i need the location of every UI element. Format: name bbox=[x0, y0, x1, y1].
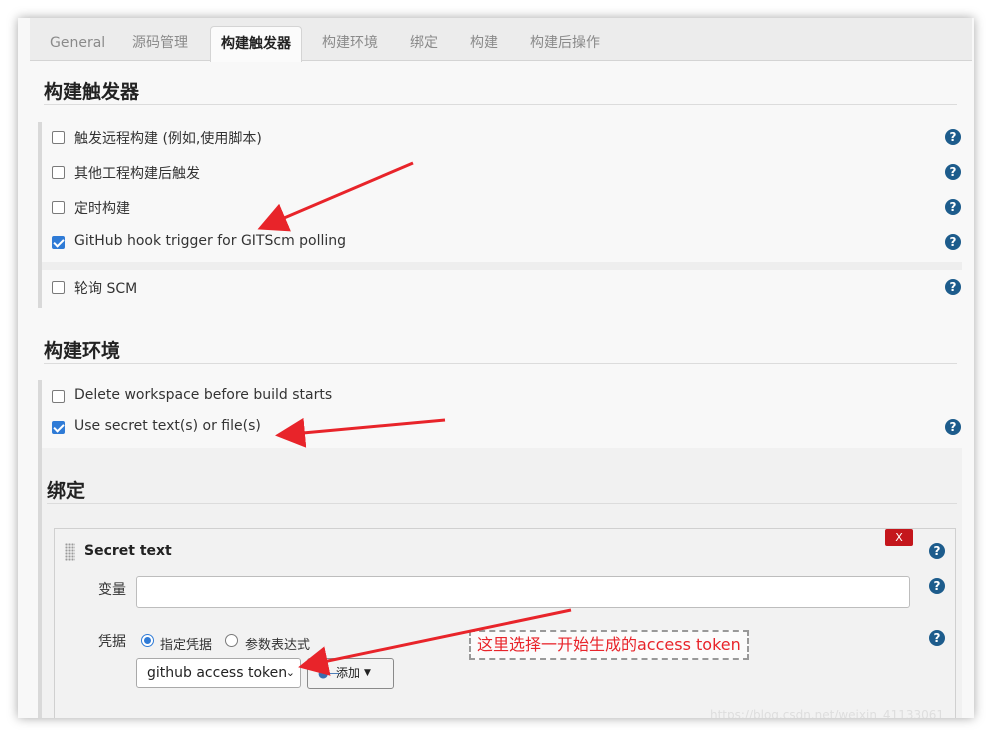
add-credential-button[interactable]: ●— 添加 ▼ bbox=[307, 658, 394, 689]
trigger-remote-label: 触发远程构建 (例如,使用脚本) bbox=[74, 131, 262, 147]
row-separator bbox=[42, 262, 962, 270]
help-icon[interactable]: ? bbox=[945, 234, 961, 250]
section-divider bbox=[44, 104, 957, 105]
annotation-callout: 这里选择一开始生成的access token bbox=[469, 630, 749, 660]
variable-input[interactable] bbox=[136, 576, 910, 608]
credentials-label: 凭据 bbox=[98, 634, 126, 650]
use-secret-label: Use secret text(s) or file(s) bbox=[74, 418, 261, 434]
trigger-github-hook-checkbox[interactable] bbox=[52, 236, 65, 249]
drag-handle-icon[interactable] bbox=[65, 543, 75, 561]
help-icon[interactable]: ? bbox=[929, 578, 945, 594]
help-icon[interactable]: ? bbox=[945, 164, 961, 180]
variable-label: 变量 bbox=[98, 582, 126, 598]
tab-build-triggers[interactable]: 构建触发器 bbox=[210, 26, 302, 62]
config-tabbar: General 源码管理 构建触发器 构建环境 绑定 构建 构建后操作 bbox=[30, 18, 972, 62]
trigger-github-hook-label: GitHub hook trigger for GITScm polling bbox=[74, 233, 347, 249]
tab-post-build[interactable]: 构建后操作 bbox=[530, 26, 600, 60]
parameter-expression-radio[interactable] bbox=[225, 634, 238, 647]
parameter-expression-label: 参数表达式 bbox=[245, 638, 311, 653]
tab-bindings[interactable]: 绑定 bbox=[410, 26, 438, 60]
trigger-remote-checkbox[interactable] bbox=[52, 131, 65, 144]
delete-workspace-checkbox[interactable] bbox=[52, 390, 65, 403]
help-icon[interactable]: ? bbox=[945, 199, 961, 215]
secret-text-title: Secret text bbox=[84, 543, 172, 559]
use-secret-checkbox[interactable] bbox=[52, 421, 65, 434]
build-environment-heading: 构建环境 bbox=[44, 340, 121, 362]
tab-build[interactable]: 构建 bbox=[470, 26, 498, 60]
add-credential-label: 添加 bbox=[336, 666, 361, 680]
credentials-select[interactable]: github access token ⌄ bbox=[136, 658, 301, 688]
delete-workspace-label: Delete workspace before build starts bbox=[74, 387, 333, 403]
tab-general[interactable]: General bbox=[50, 26, 105, 60]
help-icon[interactable]: ? bbox=[945, 279, 961, 295]
tab-scm[interactable]: 源码管理 bbox=[132, 26, 188, 60]
specific-credentials-radio[interactable] bbox=[141, 634, 154, 647]
help-icon[interactable]: ? bbox=[945, 419, 961, 435]
section-divider bbox=[47, 503, 957, 504]
chevron-down-icon: ⌄ bbox=[285, 666, 295, 679]
trigger-timer-label: 定时构建 bbox=[74, 201, 130, 217]
trigger-poll-scm-checkbox[interactable] bbox=[52, 281, 65, 294]
credentials-select-value: github access token bbox=[147, 665, 288, 681]
section-divider bbox=[44, 363, 957, 364]
secret-text-panel: Secret text X 变量 凭据 指定凭据 参数表达式 github ac… bbox=[54, 528, 956, 718]
help-icon[interactable]: ? bbox=[929, 543, 945, 559]
help-icon[interactable]: ? bbox=[929, 630, 945, 646]
trigger-after-other-label: 其他工程构建后触发 bbox=[74, 166, 200, 182]
section-indent-bar bbox=[38, 122, 42, 308]
build-triggers-heading: 构建触发器 bbox=[44, 81, 140, 103]
bindings-heading: 绑定 bbox=[47, 480, 86, 502]
specific-credentials-label: 指定凭据 bbox=[160, 638, 213, 653]
tab-build-environment[interactable]: 构建环境 bbox=[322, 26, 378, 60]
caret-down-icon: ▼ bbox=[364, 668, 371, 678]
delete-binding-button[interactable]: X bbox=[885, 529, 913, 546]
trigger-poll-scm-label: 轮询 SCM bbox=[74, 281, 138, 297]
jenkins-config-window: General 源码管理 构建触发器 构建环境 绑定 构建 构建后操作 构建触发… bbox=[18, 18, 974, 718]
trigger-after-other-checkbox[interactable] bbox=[52, 166, 65, 179]
help-icon[interactable]: ? bbox=[945, 129, 961, 145]
watermark-text: https://blog.csdn.net/weixin_41133061 bbox=[710, 708, 945, 718]
trigger-timer-checkbox[interactable] bbox=[52, 201, 65, 214]
